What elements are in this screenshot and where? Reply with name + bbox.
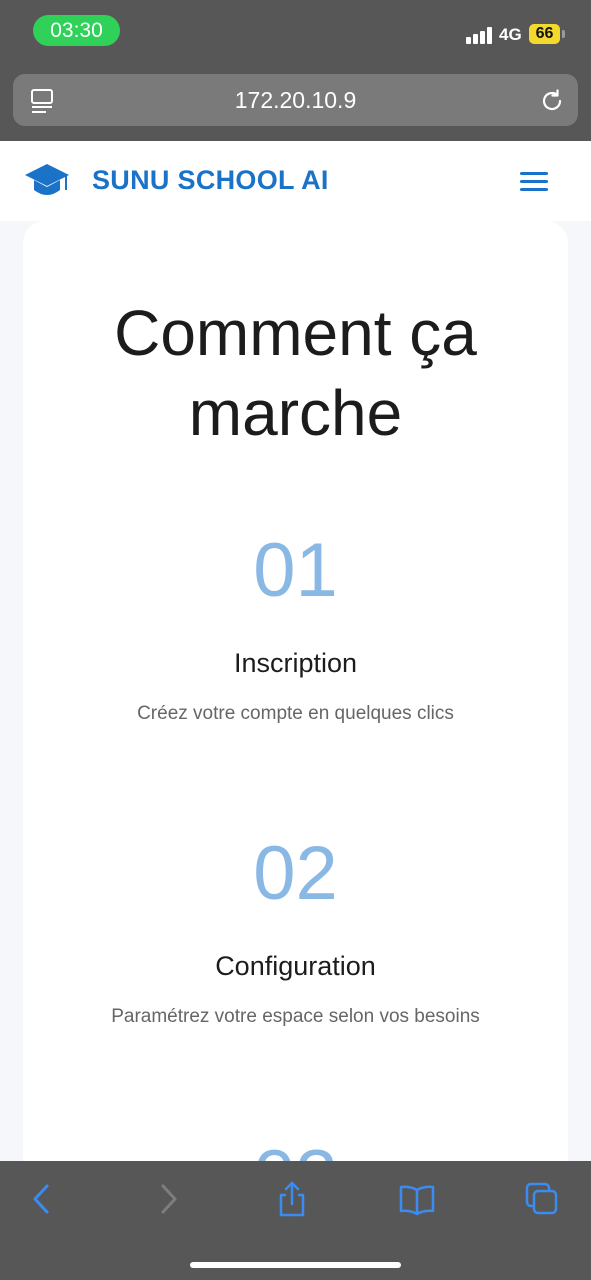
step-number: 01: [253, 528, 338, 613]
site-header: SUNU SCHOOL AI: [0, 141, 591, 221]
url-text[interactable]: 172.20.10.9: [13, 74, 578, 126]
battery-icon: 66: [529, 24, 560, 44]
reload-icon[interactable]: [538, 87, 566, 115]
section-title-line-2: marche: [188, 377, 403, 449]
step-description: Paramétrez votre espace selon vos besoin…: [111, 1006, 480, 1027]
step-item: 01 Inscription Créez votre compte en que…: [23, 526, 568, 725]
step-description: Créez votre compte en quelques clics: [137, 703, 454, 724]
brand-name[interactable]: SUNU SCHOOL AI: [92, 165, 329, 196]
address-bar[interactable]: 172.20.10.9: [13, 74, 578, 126]
step-number: 02: [253, 831, 338, 916]
hamburger-menu-icon[interactable]: [520, 172, 548, 192]
share-icon[interactable]: [274, 1181, 310, 1217]
signal-icon: [466, 27, 494, 44]
network-label: 4G: [499, 25, 522, 44]
graduation-cap-icon[interactable]: [24, 162, 70, 202]
how-it-works-card: Comment ça marche 01 Inscription Créez v…: [23, 221, 568, 1181]
browser-bar: 172.20.10.9: [0, 62, 591, 141]
bookmarks-icon[interactable]: [399, 1181, 435, 1217]
status-bar: 03:30 4G 66: [0, 0, 591, 62]
step-title: Inscription: [233, 648, 358, 678]
battery-tip: [562, 30, 565, 38]
step-item: 02 Configuration Paramétrez votre espace…: [23, 829, 568, 1028]
section-title-line-1: Comment ça: [114, 297, 477, 369]
step-title: Configuration: [215, 951, 376, 981]
tabs-icon[interactable]: [524, 1181, 560, 1217]
home-indicator: [190, 1262, 401, 1268]
back-icon[interactable]: [24, 1181, 60, 1217]
status-time: 03:30: [33, 15, 120, 46]
section-title: Comment ça marche: [23, 293, 568, 453]
forward-icon[interactable]: [150, 1181, 186, 1217]
